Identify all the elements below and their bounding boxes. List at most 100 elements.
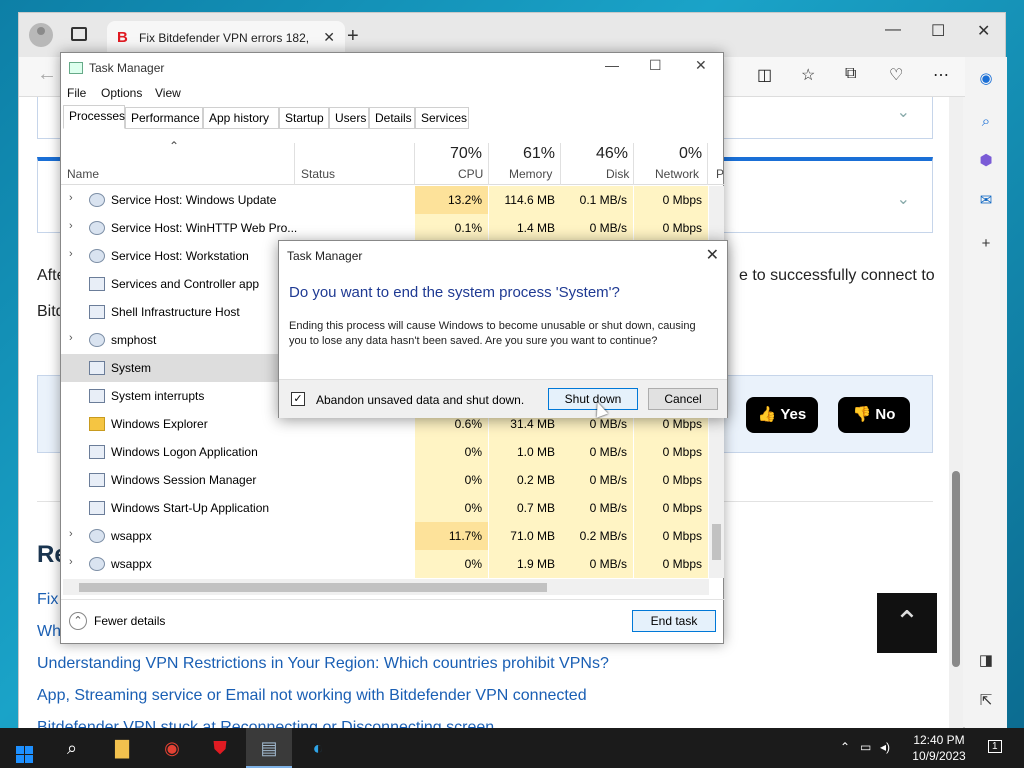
checkbox-label[interactable]: Abandon unsaved data and shut down. xyxy=(316,393,524,407)
favorites-icon[interactable]: ☆ xyxy=(801,65,815,85)
add-icon[interactable]: + xyxy=(976,235,996,255)
col-name[interactable]: Name xyxy=(67,167,99,181)
clock[interactable]: 12:40 PM 10/9/2023 xyxy=(900,732,978,764)
chevron-down-icon[interactable]: ⌄ xyxy=(897,102,910,122)
memory-percent[interactable]: 61% xyxy=(523,145,555,163)
disk-cell: 0 MB/s xyxy=(561,466,633,494)
col-network[interactable]: Network xyxy=(655,167,699,181)
tab-services[interactable]: Services xyxy=(415,107,469,129)
column-separator xyxy=(414,143,415,185)
search-icon[interactable]: ⌕ xyxy=(976,113,996,133)
collections-icon[interactable]: ⧉ xyxy=(845,65,856,83)
tab-actions-icon[interactable] xyxy=(71,27,87,41)
expand-icon[interactable]: › xyxy=(69,192,73,204)
edge-icon[interactable]: ◐ xyxy=(304,734,332,762)
expand-icon[interactable]: › xyxy=(69,556,73,568)
disk-cell: 0 MB/s xyxy=(561,550,633,578)
table-row[interactable]: › Service Host: Windows Update 13.2% 114… xyxy=(61,186,709,214)
maximize-icon[interactable]: ☐ xyxy=(931,21,945,41)
chrome-icon[interactable]: ◉ xyxy=(158,734,186,762)
related-link[interactable]: Fix xyxy=(37,591,58,609)
end-task-button[interactable]: End task xyxy=(632,610,716,632)
memory-cell: 71.0 MB xyxy=(489,522,561,550)
tab-processes[interactable]: Processes xyxy=(63,105,125,129)
related-link[interactable]: App, Streaming service or Email not work… xyxy=(37,687,587,705)
back-icon[interactable]: ← xyxy=(37,63,57,86)
sidebar-toggle-icon[interactable]: ◨ xyxy=(976,651,996,671)
outlook-icon[interactable]: ✉ xyxy=(976,191,996,211)
tab-close-icon[interactable]: ✕ xyxy=(323,29,335,46)
close-icon[interactable]: ✕ xyxy=(977,21,990,41)
search-icon[interactable]: ⌕ xyxy=(58,734,86,762)
menu-view[interactable]: View xyxy=(155,86,181,100)
expand-icon[interactable]: › xyxy=(69,220,73,232)
disk-percent[interactable]: 46% xyxy=(596,145,628,163)
network-icon[interactable]: ▭ xyxy=(860,740,871,754)
more-icon[interactable]: ⋯ xyxy=(933,65,949,85)
task-manager-taskbar-icon[interactable]: ▤ xyxy=(255,734,283,762)
tab-app-history[interactable]: App history xyxy=(203,107,279,129)
col-power[interactable]: P xyxy=(716,167,724,181)
related-link[interactable]: Understanding VPN Restrictions in Your R… xyxy=(37,655,609,673)
process-list-hscrollbar[interactable] xyxy=(63,579,709,595)
maximize-icon[interactable]: ☐ xyxy=(649,57,662,74)
tab-details[interactable]: Details xyxy=(369,107,415,129)
minimize-icon[interactable]: — xyxy=(885,21,901,39)
tab-title: Fix Bitdefender VPN errors 182, 9 xyxy=(139,31,309,45)
related-link[interactable]: Wh xyxy=(37,623,61,641)
expand-icon[interactable]: › xyxy=(69,248,73,260)
expand-icon[interactable]: › xyxy=(69,332,73,344)
menu-file[interactable]: File xyxy=(67,86,86,100)
notification-icon[interactable]: 1 xyxy=(988,740,1002,753)
network-percent[interactable]: 0% xyxy=(679,145,702,163)
col-cpu[interactable]: CPU xyxy=(458,167,483,181)
abandon-data-checkbox[interactable]: ✓ xyxy=(291,392,305,406)
memory-cell: 114.6 MB xyxy=(489,186,561,214)
col-status[interactable]: Status xyxy=(301,167,335,181)
table-row[interactable]: Windows Start-Up Application 0% 0.7 MB 0… xyxy=(61,494,709,522)
col-memory[interactable]: Memory xyxy=(509,167,552,181)
minimize-icon[interactable]: — xyxy=(605,57,619,73)
close-icon[interactable]: ✕ xyxy=(706,245,719,265)
chevron-up-icon[interactable]: ⌃ xyxy=(840,740,850,754)
table-row[interactable]: › Service Host: WinHTTP Web Pro... 0.1% … xyxy=(61,214,709,242)
app-window-icon xyxy=(89,277,105,291)
page-scrollbar[interactable] xyxy=(949,97,963,729)
menu-options[interactable]: Options xyxy=(101,86,142,100)
scrollbar-thumb[interactable] xyxy=(952,471,960,667)
col-disk[interactable]: Disk xyxy=(606,167,629,181)
table-row[interactable]: › wsappx 11.7% 71.0 MB 0.2 MB/s 0 Mbps xyxy=(61,522,709,550)
bitdefender-vpn-icon[interactable]: ⛊ xyxy=(206,734,234,762)
cpu-percent[interactable]: 70% xyxy=(450,145,482,163)
scrollbar-thumb[interactable] xyxy=(79,583,547,592)
tools-icon[interactable]: ⬢ xyxy=(976,151,996,171)
profile-icon[interactable] xyxy=(29,23,53,47)
bitdefender-favicon-icon: B xyxy=(117,29,128,46)
expand-icon[interactable]: › xyxy=(69,528,73,540)
scroll-to-top-button[interactable]: ⌃ xyxy=(877,593,937,653)
feedback-yes-button[interactable]: 👍 Yes xyxy=(746,397,818,433)
table-row[interactable]: › wsappx 0% 1.9 MB 0 MB/s 0 Mbps xyxy=(61,550,709,578)
tab-startup[interactable]: Startup xyxy=(279,107,329,129)
memory-cell: 1.4 MB xyxy=(489,214,561,242)
browser-essentials-icon[interactable]: ♡ xyxy=(889,65,903,85)
close-icon[interactable]: ✕ xyxy=(695,57,707,74)
copilot-icon[interactable]: ◉ xyxy=(976,69,996,89)
tab-users[interactable]: Users xyxy=(329,107,369,129)
external-link-icon[interactable]: ⇱ xyxy=(976,691,996,711)
volume-icon[interactable]: ◂) xyxy=(880,740,890,754)
chevron-down-icon[interactable]: ⌄ xyxy=(897,189,910,209)
table-row[interactable]: Windows Logon Application 0% 1.0 MB 0 MB… xyxy=(61,438,709,466)
table-row[interactable]: Windows Session Manager 0% 0.2 MB 0 MB/s… xyxy=(61,466,709,494)
feedback-no-button[interactable]: 👎 No xyxy=(838,397,910,433)
chevron-up-icon[interactable]: ⌃ xyxy=(69,612,87,630)
file-explorer-icon[interactable]: ▇ xyxy=(108,734,136,762)
scrollbar-thumb[interactable] xyxy=(712,524,721,560)
tab-performance[interactable]: Performance xyxy=(125,107,203,129)
process-name: wsappx xyxy=(111,557,152,571)
cancel-button[interactable]: Cancel xyxy=(648,388,718,410)
split-screen-icon[interactable]: ◫ xyxy=(757,65,772,85)
new-tab-button[interactable]: + xyxy=(347,25,359,48)
start-button[interactable] xyxy=(10,734,38,763)
fewer-details-link[interactable]: Fewer details xyxy=(94,614,165,628)
